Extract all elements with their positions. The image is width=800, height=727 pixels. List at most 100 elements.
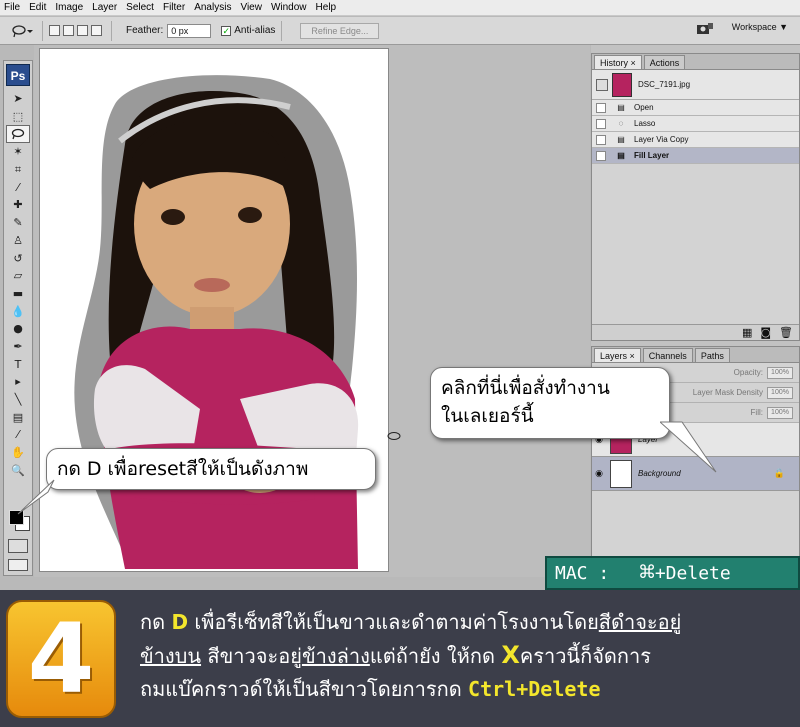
history-step-open[interactable]: ▤ Open [592, 100, 799, 116]
snapshot-thumbnail [612, 72, 632, 97]
tab-actions[interactable]: Actions [643, 55, 686, 69]
history-step-layer-via-copy[interactable]: ▤ Layer Via Copy [592, 132, 799, 148]
path-selection-tool-icon[interactable]: ▸ [4, 373, 32, 391]
eyedropper-tool-icon[interactable]: ⁄ [4, 178, 32, 196]
history-step-box[interactable] [596, 150, 606, 161]
clone-stamp-tool-icon[interactable]: ♙ [4, 232, 32, 250]
brush-tool-icon[interactable]: ✎ [4, 214, 32, 232]
history-panel-tabs: History × Actions [592, 54, 799, 70]
feather-label: Feather: [126, 25, 164, 36]
girl-photo [74, 75, 359, 569]
history-step-box[interactable] [596, 102, 606, 113]
menu-file[interactable]: File [4, 2, 20, 13]
eyedropper-3d-tool-icon[interactable]: ⁄ [4, 426, 32, 444]
right-panel-dock: History × Actions DSC_7191.jpg ▤ Open ◌ … [591, 45, 800, 577]
zoom-tool-icon[interactable]: 🔍 [4, 461, 32, 479]
add-to-selection-button[interactable] [63, 25, 74, 36]
magic-wand-tool-icon[interactable]: ✶ [4, 143, 32, 161]
instruction-panel: 4 กด D เพื่อรีเซ็ทสีให้เป็นขาวและดำตามค่… [0, 590, 800, 727]
history-step-box[interactable] [596, 134, 606, 145]
document-icon: ▤ [617, 151, 625, 160]
mask-density-input[interactable]: 100% [767, 386, 793, 399]
feather-input[interactable]: 0 px [167, 23, 212, 38]
lasso-icon: ◌ [618, 119, 624, 128]
intersect-selection-button[interactable] [91, 25, 102, 36]
screen-mode-icon[interactable] [8, 559, 28, 571]
tab-history[interactable]: History × [594, 55, 642, 69]
subtract-selection-button[interactable] [77, 25, 88, 36]
instruction-text: กด D เพื่อรีเซ็ทสีให้เป็นขาวและดำตามค่าโ… [140, 610, 682, 701]
options-separator [111, 20, 112, 41]
history-panel: History × Actions DSC_7191.jpg ▤ Open ◌ … [591, 53, 800, 341]
antialias-checkbox[interactable]: ✓ [221, 25, 232, 36]
tab-channels[interactable]: Channels [642, 348, 693, 362]
menu-edit[interactable]: Edit [29, 2, 46, 13]
layers-panel-tabs: Layers × Channels Paths [592, 347, 799, 363]
menu-window[interactable]: Window [271, 2, 307, 13]
callout-click-tail [660, 421, 717, 473]
blur-tool-icon[interactable]: 💧 [4, 302, 32, 320]
new-document-icon[interactable]: ▦ [742, 326, 752, 339]
document-icon: ▤ [617, 103, 625, 112]
options-separator [281, 20, 283, 41]
line-tool-icon[interactable]: ╲ [4, 391, 32, 409]
history-panel-footer: ▦ ◙ 🗑 [592, 324, 799, 340]
command-key-icon: ⌘ [639, 558, 655, 588]
healing-brush-tool-icon[interactable]: ✚ [4, 196, 32, 214]
layer-thumbnail [610, 459, 632, 488]
callout-d-tail [17, 479, 55, 515]
antialias-label: Anti-alias [234, 25, 276, 36]
history-step-box[interactable] [596, 118, 606, 129]
document-window [34, 45, 590, 577]
crop-tool-icon[interactable]: ⌗ [4, 161, 32, 179]
tab-paths[interactable]: Paths [694, 348, 730, 362]
menu-view[interactable]: View [240, 2, 262, 13]
visibility-eye-icon[interactable]: ◉ [592, 469, 606, 479]
step-number-badge: 4 [6, 600, 116, 718]
mac-shortcut-bar: MAC : ⌘ +Delete [545, 556, 800, 590]
history-snapshot[interactable]: DSC_7191.jpg [592, 70, 799, 100]
menu-image[interactable]: Image [55, 2, 83, 13]
menu-analysis[interactable]: Analysis [194, 2, 231, 13]
history-step-fill-layer[interactable]: ▤ Fill Layer [592, 148, 799, 164]
lasso-tool-icon[interactable] [6, 125, 30, 144]
snapshot-name: DSC_7191.jpg [638, 80, 691, 89]
hand-tool-icon[interactable]: ✋ [4, 444, 32, 462]
move-tool-icon[interactable]: ➤ [4, 90, 32, 108]
history-brush-tool-icon[interactable]: ↺ [4, 249, 32, 267]
callout-click-layer: คลิกที่นี่เพื่อสั่งทำงาน ในเลเยอร์นี้ [430, 367, 670, 439]
photoshop-logo: Ps [6, 64, 30, 86]
lock-icon: 🔒 [773, 468, 785, 479]
notes-tool-icon[interactable]: ▤ [4, 408, 32, 426]
menu-help[interactable]: Help [316, 2, 337, 13]
bridge-icon[interactable] [696, 21, 714, 40]
opacity-input[interactable]: 100% [767, 366, 793, 379]
gradient-tool-icon[interactable]: ▬ [4, 285, 32, 303]
refine-edge-button[interactable]: Refine Edge... [300, 22, 380, 39]
lasso-tool-preset-icon[interactable] [8, 21, 36, 41]
fill-input[interactable]: 100% [767, 406, 793, 419]
eraser-tool-icon[interactable]: ▱ [4, 267, 32, 285]
pen-tool-icon[interactable]: ✒ [4, 338, 32, 356]
options-bar: Feather: 0 px ✓ Anti-alias Refine Edge..… [0, 17, 800, 45]
document-icon: ▤ [617, 135, 625, 144]
document-canvas[interactable] [39, 48, 389, 572]
dodge-tool-icon[interactable]: ● [4, 320, 32, 338]
tab-layers[interactable]: Layers × [594, 348, 641, 362]
quick-mask-icon[interactable] [8, 539, 28, 553]
menu-filter[interactable]: Filter [163, 2, 185, 13]
workspace-menu[interactable]: Workspace ▼ [732, 22, 788, 32]
menu-bar: File Edit Image Layer Select Filter Anal… [0, 0, 800, 16]
lasso-cursor-icon [387, 432, 401, 440]
callout-d-reset: กด D เพื่อresetสีให้เป็นดังภาพ [46, 448, 376, 490]
type-tool-icon[interactable]: T [4, 355, 32, 373]
options-separator [42, 20, 43, 41]
new-selection-button[interactable] [49, 25, 60, 36]
trash-icon[interactable]: 🗑 [779, 326, 793, 339]
menu-select[interactable]: Select [126, 2, 154, 13]
snapshot-toggle-icon[interactable] [596, 78, 608, 91]
menu-layer[interactable]: Layer [92, 2, 117, 13]
new-snapshot-icon[interactable]: ◙ [760, 326, 771, 339]
marquee-tool-icon[interactable]: ⬚ [4, 108, 32, 126]
history-step-lasso[interactable]: ◌ Lasso [592, 116, 799, 132]
